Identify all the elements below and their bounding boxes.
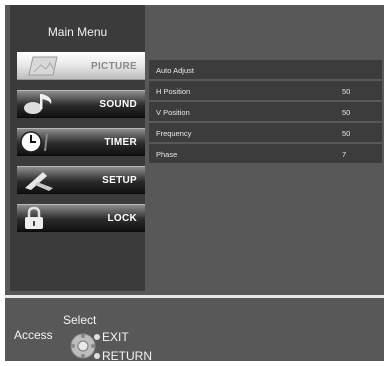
setting-row-h-position[interactable]: H Position 50	[149, 81, 382, 100]
menu-item-label: PICTURE	[91, 61, 137, 72]
picture-icon	[28, 56, 58, 76]
menu-item-setup[interactable]: SETUP	[17, 166, 145, 194]
menu-item-label: SETUP	[102, 175, 137, 186]
setting-value: 50	[342, 87, 351, 96]
menu-item-picture[interactable]: PICTURE	[17, 52, 145, 80]
main-menu-sidebar: Main Menu PICTURE SOUND TIMER SETUP LOCK	[10, 5, 145, 291]
setting-row-phase[interactable]: Phase 7	[149, 144, 382, 163]
menu-item-label: SOUND	[99, 99, 137, 110]
menu-item-label: TIMER	[104, 137, 137, 148]
navigation-footer: Access Select EXIT RETURN	[5, 298, 384, 361]
access-label: Access	[14, 328, 53, 342]
picture-settings-panel: Auto Adjust H Position 50 V Position 50 …	[149, 60, 382, 165]
menu-item-timer[interactable]: TIMER	[17, 128, 145, 156]
menu-item-sound[interactable]: SOUND	[17, 90, 145, 118]
clock-icon	[20, 131, 48, 153]
setup-icon	[25, 172, 53, 191]
tv-menu-screen: Main Menu PICTURE SOUND TIMER SETUP LOCK…	[5, 5, 384, 361]
select-label: Select	[63, 313, 97, 327]
setting-value: 50	[342, 129, 351, 138]
setting-row-auto-adjust[interactable]: Auto Adjust	[149, 60, 382, 79]
menu-title: Main Menu	[47, 25, 108, 39]
setting-row-frequency[interactable]: Frequency 50	[149, 123, 382, 142]
setting-value: 50	[342, 108, 351, 117]
setting-name: Auto Adjust	[156, 66, 194, 75]
setting-row-v-position[interactable]: V Position 50	[149, 102, 382, 121]
music-note-icon	[24, 94, 52, 114]
setting-name: Frequency	[156, 129, 192, 138]
setting-name: H Position	[156, 87, 191, 96]
setting-name: Phase	[156, 150, 178, 159]
exit-button-icon	[94, 334, 100, 340]
menu-item-lock[interactable]: LOCK	[17, 204, 145, 232]
padlock-icon	[25, 206, 43, 229]
return-label: RETURN	[102, 349, 152, 361]
menu-item-label: LOCK	[107, 213, 137, 224]
setting-name: V Position	[156, 108, 190, 117]
setting-value: 7	[342, 150, 347, 159]
return-button-icon	[94, 353, 100, 359]
exit-label: EXIT	[102, 330, 129, 344]
